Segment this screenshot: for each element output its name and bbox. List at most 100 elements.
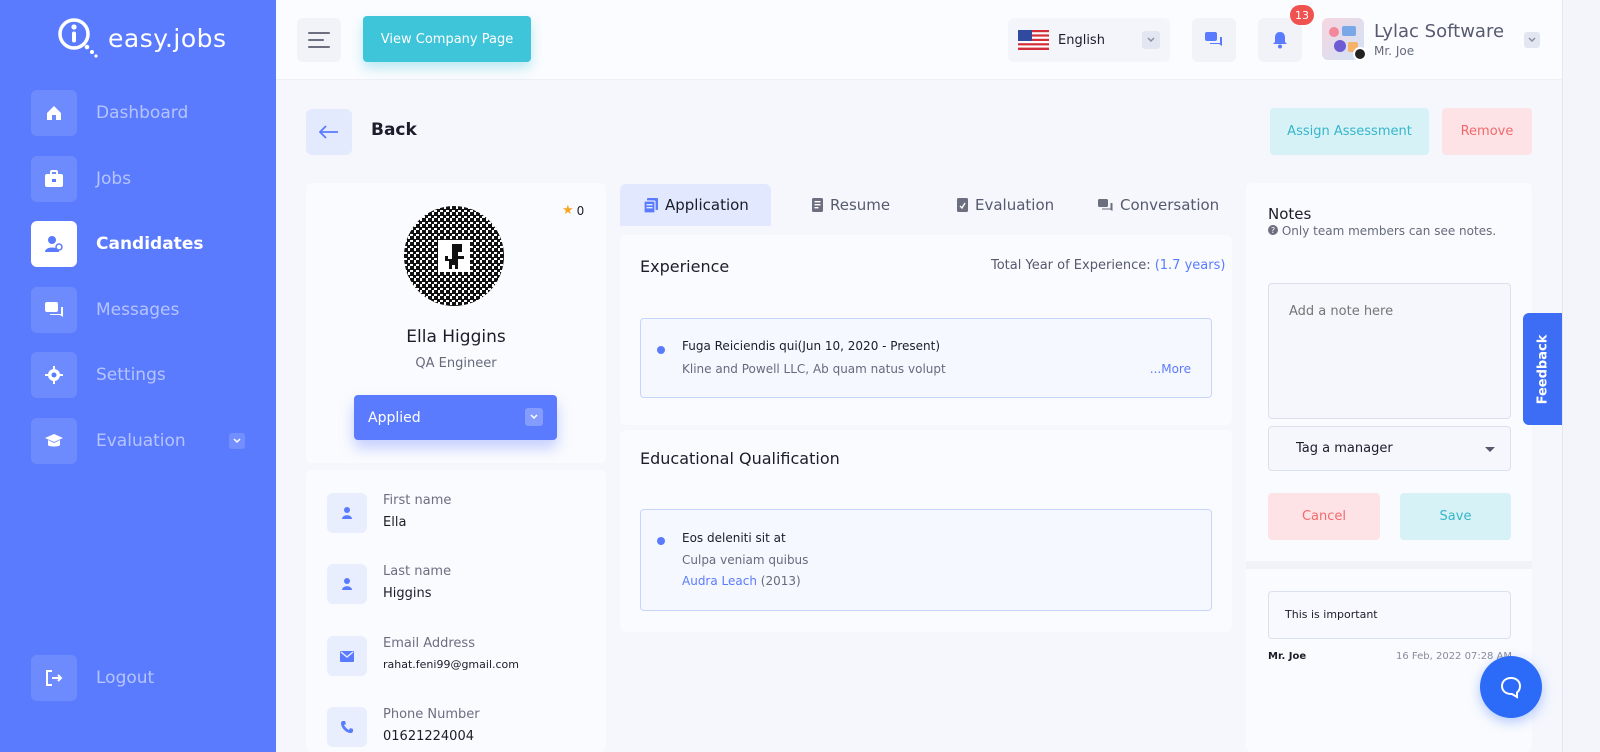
experience-entry: Fuga Reiciendis qui(Jun 10, 2020 - Prese…	[640, 318, 1212, 398]
sidebar-item-label: Jobs	[96, 168, 132, 189]
sidebar-item-dashboard[interactable]: Dashboard	[31, 90, 276, 136]
status-value: Applied	[368, 409, 421, 426]
field-label: Phone Number	[383, 707, 480, 722]
education-field: Culpa veniam quibus	[682, 553, 809, 567]
tab-resume[interactable]: Resume	[812, 184, 890, 226]
user-icon	[327, 493, 367, 533]
notification-count-badge: 13	[1290, 5, 1314, 25]
more-link[interactable]: ...More	[1150, 362, 1191, 376]
assign-assessment-button[interactable]: Assign Assessment	[1270, 108, 1429, 155]
company-switcher[interactable]: Lylac Software Mr. Joe	[1322, 18, 1505, 61]
logout-label: Logout	[96, 668, 155, 688]
phone-icon	[327, 707, 367, 747]
menu-toggle-button[interactable]	[297, 18, 341, 62]
tag-manager-select[interactable]: Tag a manager	[1268, 426, 1511, 471]
document-icon	[644, 197, 658, 213]
education-title: Educational Qualification	[640, 449, 840, 468]
sidebar-item-candidates[interactable]: Candidates	[31, 221, 276, 267]
total-experience-label: Total Year of Experience:	[991, 258, 1151, 273]
star-icon: ★	[562, 203, 574, 218]
company-avatar	[1322, 18, 1367, 61]
bullet-dot	[657, 537, 665, 545]
total-experience-value: (1.7 years)	[1154, 258, 1226, 273]
mail-icon	[327, 636, 367, 676]
chat-icon	[1205, 32, 1222, 46]
chevron-down-icon[interactable]	[1524, 32, 1540, 48]
cancel-button[interactable]: Cancel	[1268, 493, 1380, 540]
language-select[interactable]: English	[1008, 18, 1170, 62]
view-company-page-button[interactable]: View Company Page	[363, 16, 531, 62]
experience-title: Experience	[640, 257, 730, 276]
resume-icon	[812, 198, 823, 212]
chat-bubble-icon	[1500, 676, 1522, 699]
sidebar-item-label: Evaluation	[96, 430, 186, 451]
note-item: This is important	[1268, 591, 1511, 639]
total-experience: Total Year of Experience: (1.7 years)	[991, 258, 1225, 273]
last-name-row: Last name Higgins	[327, 564, 451, 604]
logout-icon	[31, 655, 77, 701]
education-institute-line: Audra Leach (2013)	[682, 574, 801, 588]
logout-button[interactable]: Logout	[31, 655, 154, 701]
online-status-dot	[1353, 47, 1367, 61]
remove-button[interactable]: Remove	[1442, 108, 1532, 155]
tab-label: Conversation	[1120, 196, 1220, 214]
bell-icon	[1273, 32, 1287, 49]
feedback-tab[interactable]: Feedback	[1523, 313, 1562, 425]
back-button[interactable]	[306, 109, 352, 155]
logo-icon	[56, 16, 100, 60]
arrow-left-icon	[319, 125, 338, 139]
save-button[interactable]: Save	[1400, 493, 1511, 540]
field-value[interactable]: rahat.feni99@gmail.com	[383, 658, 519, 671]
sidebar-nav: Dashboard Jobs Candidates Messages Setti…	[31, 90, 276, 483]
briefcase-icon	[31, 155, 77, 202]
gear-icon	[31, 352, 77, 398]
candidate-tabs: Application Resume Evaluation Conversati…	[620, 184, 1232, 226]
field-value: Ella	[383, 515, 407, 530]
tab-evaluation[interactable]: Evaluation	[957, 184, 1054, 226]
notes-subtitle-text: Only team members can see notes.	[1281, 224, 1497, 238]
first-name-row: First name Ella	[327, 493, 451, 533]
tab-label: Evaluation	[975, 196, 1055, 214]
feedback-label: Feedback	[1535, 334, 1551, 404]
messages-button[interactable]	[1192, 18, 1236, 62]
sidebar-item-messages[interactable]: Messages	[31, 286, 276, 333]
education-degree: Eos deleniti sit at	[682, 531, 786, 545]
rating[interactable]: ★ 0	[562, 203, 584, 218]
tab-conversation[interactable]: Conversation	[1098, 184, 1219, 226]
field-value[interactable]: 01621224004	[383, 729, 480, 744]
tab-label: Resume	[830, 196, 891, 214]
clipboard-icon	[957, 198, 968, 212]
us-flag-icon	[1018, 30, 1049, 50]
graduation-cap-icon	[31, 417, 77, 464]
notifications-button[interactable]	[1258, 18, 1302, 62]
notes-title: Notes	[1268, 205, 1312, 223]
education-entry: Eos deleniti sit at Culpa veniam quibus …	[640, 509, 1212, 611]
chevron-down-icon[interactable]	[229, 432, 245, 449]
field-label: Email Address	[383, 636, 475, 651]
user-icon	[31, 221, 77, 267]
logo-text: easy.jobs	[108, 23, 227, 53]
sidebar-item-jobs[interactable]: Jobs	[31, 155, 276, 202]
tab-application[interactable]: Application	[620, 184, 771, 226]
education-institute[interactable]: Audra Leach	[682, 574, 757, 588]
sidebar-item-label: Candidates	[96, 234, 204, 254]
language-label: English	[1058, 32, 1105, 48]
user-name: Mr. Joe	[1374, 43, 1415, 58]
sidebar: easy.jobs Dashboard Jobs Candidates Mess…	[0, 0, 276, 752]
chat-launcher-button[interactable]	[1480, 656, 1542, 718]
candidate-role: QA Engineer	[415, 356, 497, 371]
scrollbar[interactable]	[1562, 0, 1600, 752]
sidebar-item-settings[interactable]: Settings	[31, 352, 276, 398]
sidebar-item-evaluation[interactable]: Evaluation	[31, 417, 276, 464]
education-year: (2013)	[760, 574, 801, 588]
page-title: Back	[371, 120, 417, 140]
company-name: Lylac Software	[1374, 20, 1505, 42]
sidebar-item-label: Messages	[96, 299, 180, 320]
note-input[interactable]	[1268, 283, 1511, 419]
status-select[interactable]: Applied	[354, 395, 557, 440]
field-label: First name	[383, 493, 452, 508]
help-icon: ?	[1268, 224, 1282, 238]
home-icon	[31, 90, 77, 136]
logo[interactable]: easy.jobs	[56, 16, 227, 60]
candidate-name: Ella Higgins	[406, 327, 506, 347]
